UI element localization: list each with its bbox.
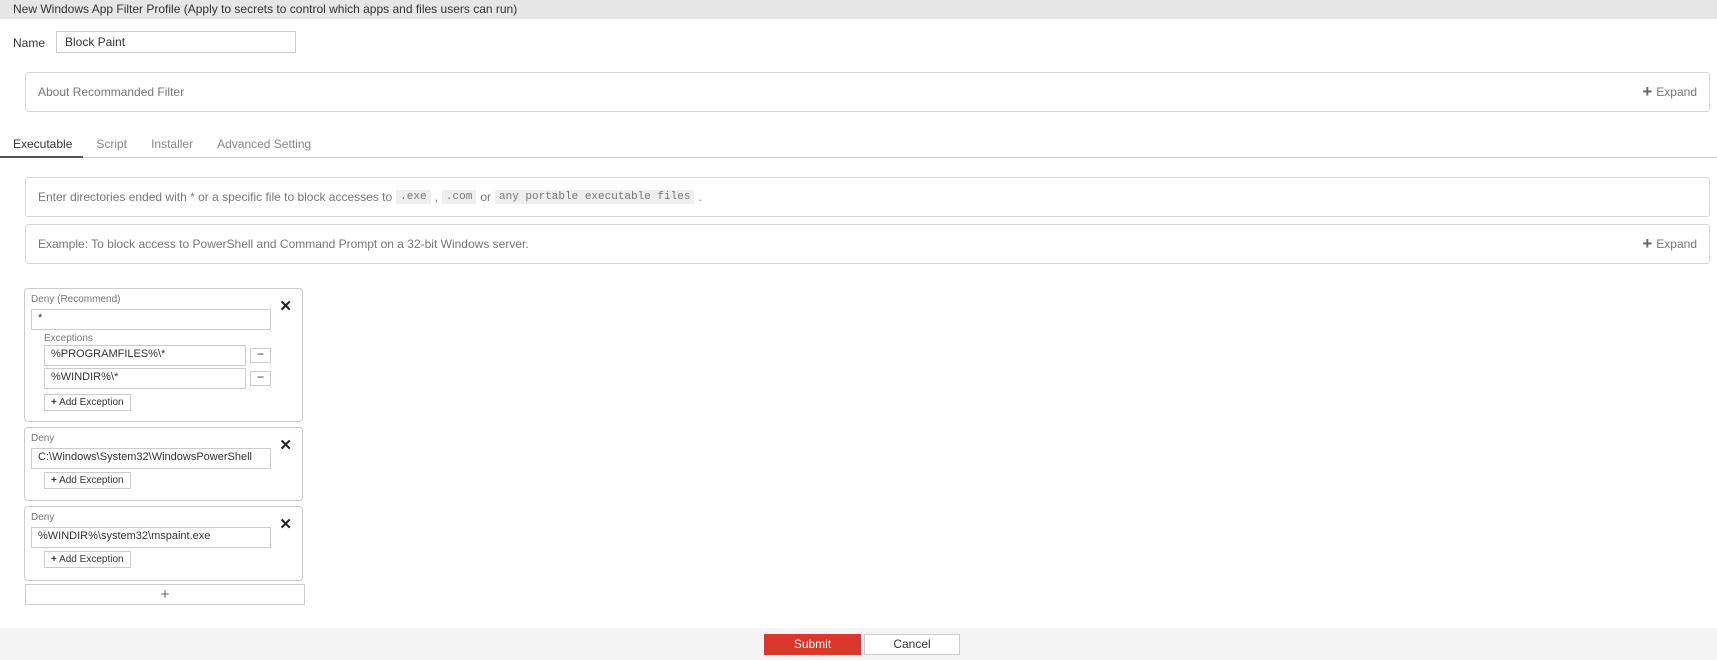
info-end: . bbox=[698, 190, 702, 204]
plus-icon: + bbox=[1642, 82, 1653, 101]
rule-label: Deny bbox=[31, 433, 55, 444]
add-exception-button[interactable]: + Add Exception bbox=[44, 551, 131, 568]
tab-executable[interactable]: Executable bbox=[0, 133, 84, 158]
rule-card: Deny ✕ %WINDIR%\system32\mspaint.exe + A… bbox=[24, 506, 303, 581]
add-exception-label: Add Exception bbox=[59, 475, 124, 486]
expand-label: Expand bbox=[1656, 85, 1697, 99]
tab-installer[interactable]: Installer bbox=[138, 133, 204, 158]
remove-exception-button[interactable]: − bbox=[250, 348, 271, 363]
exception-input[interactable]: %PROGRAMFILES%\* bbox=[44, 345, 246, 366]
add-exception-button[interactable]: + Add Exception bbox=[44, 472, 131, 489]
info-text: Enter directories ended with * or a spec… bbox=[38, 190, 393, 204]
plus-icon: + bbox=[51, 397, 57, 408]
code-pe: any portable executable files bbox=[495, 190, 695, 204]
code-exe: .exe bbox=[396, 190, 431, 204]
rule-card: Deny (Recommend) ✕ * Exceptions %PROGRAM… bbox=[24, 288, 303, 422]
remove-exception-button[interactable]: − bbox=[250, 371, 271, 386]
tab-advanced-setting[interactable]: Advanced Setting bbox=[204, 133, 322, 158]
expand-example-button[interactable]: + Expand bbox=[1642, 234, 1697, 254]
expand-label: Expand bbox=[1656, 237, 1697, 251]
cancel-button[interactable]: Cancel bbox=[864, 634, 960, 655]
submit-button[interactable]: Submit bbox=[764, 634, 861, 655]
name-label: Name bbox=[13, 36, 46, 50]
info-or: or bbox=[480, 190, 491, 204]
plus-icon: + bbox=[160, 586, 170, 603]
example-panel: Example: To block access to PowerShell a… bbox=[25, 224, 1710, 264]
page-header: New Windows App Filter Profile (Apply to… bbox=[0, 0, 1717, 19]
exceptions-label: Exceptions bbox=[44, 333, 93, 344]
info-sep: , bbox=[434, 190, 438, 204]
rule-path-input[interactable]: C:\Windows\System32\WindowsPowerShell bbox=[31, 448, 271, 469]
remove-rule-icon[interactable]: ✕ bbox=[279, 515, 292, 533]
rule-card: Deny ✕ C:\Windows\System32\WindowsPowerS… bbox=[24, 427, 303, 501]
about-text: About Recommanded Filter bbox=[38, 85, 185, 99]
plus-icon: + bbox=[1642, 234, 1653, 253]
plus-icon: + bbox=[51, 554, 57, 565]
add-exception-button[interactable]: + Add Exception bbox=[44, 394, 131, 411]
add-exception-label: Add Exception bbox=[59, 397, 124, 408]
expand-about-button[interactable]: + Expand bbox=[1642, 82, 1697, 102]
plus-icon: + bbox=[51, 475, 57, 486]
rule-path-input[interactable]: * bbox=[31, 309, 271, 330]
example-text: Example: To block access to PowerShell a… bbox=[38, 237, 529, 251]
code-com: .com bbox=[441, 190, 477, 204]
tab-bar: Executable Script Installer Advanced Set… bbox=[0, 133, 1717, 158]
remove-rule-icon[interactable]: ✕ bbox=[279, 436, 292, 454]
name-input[interactable] bbox=[56, 31, 296, 53]
rule-label: Deny bbox=[31, 512, 55, 523]
add-rule-button[interactable]: + bbox=[25, 584, 305, 605]
rule-label: Deny (Recommend) bbox=[31, 294, 121, 305]
tab-script[interactable]: Script bbox=[83, 133, 138, 158]
info-panel: Enter directories ended with * or a spec… bbox=[25, 177, 1710, 217]
remove-rule-icon[interactable]: ✕ bbox=[279, 297, 292, 315]
about-recommended-filter-panel: About Recommanded Filter + Expand bbox=[25, 72, 1710, 112]
rule-path-input[interactable]: %WINDIR%\system32\mspaint.exe bbox=[31, 527, 271, 548]
exception-input[interactable]: %WINDIR%\* bbox=[44, 368, 246, 389]
add-exception-label: Add Exception bbox=[59, 554, 124, 565]
